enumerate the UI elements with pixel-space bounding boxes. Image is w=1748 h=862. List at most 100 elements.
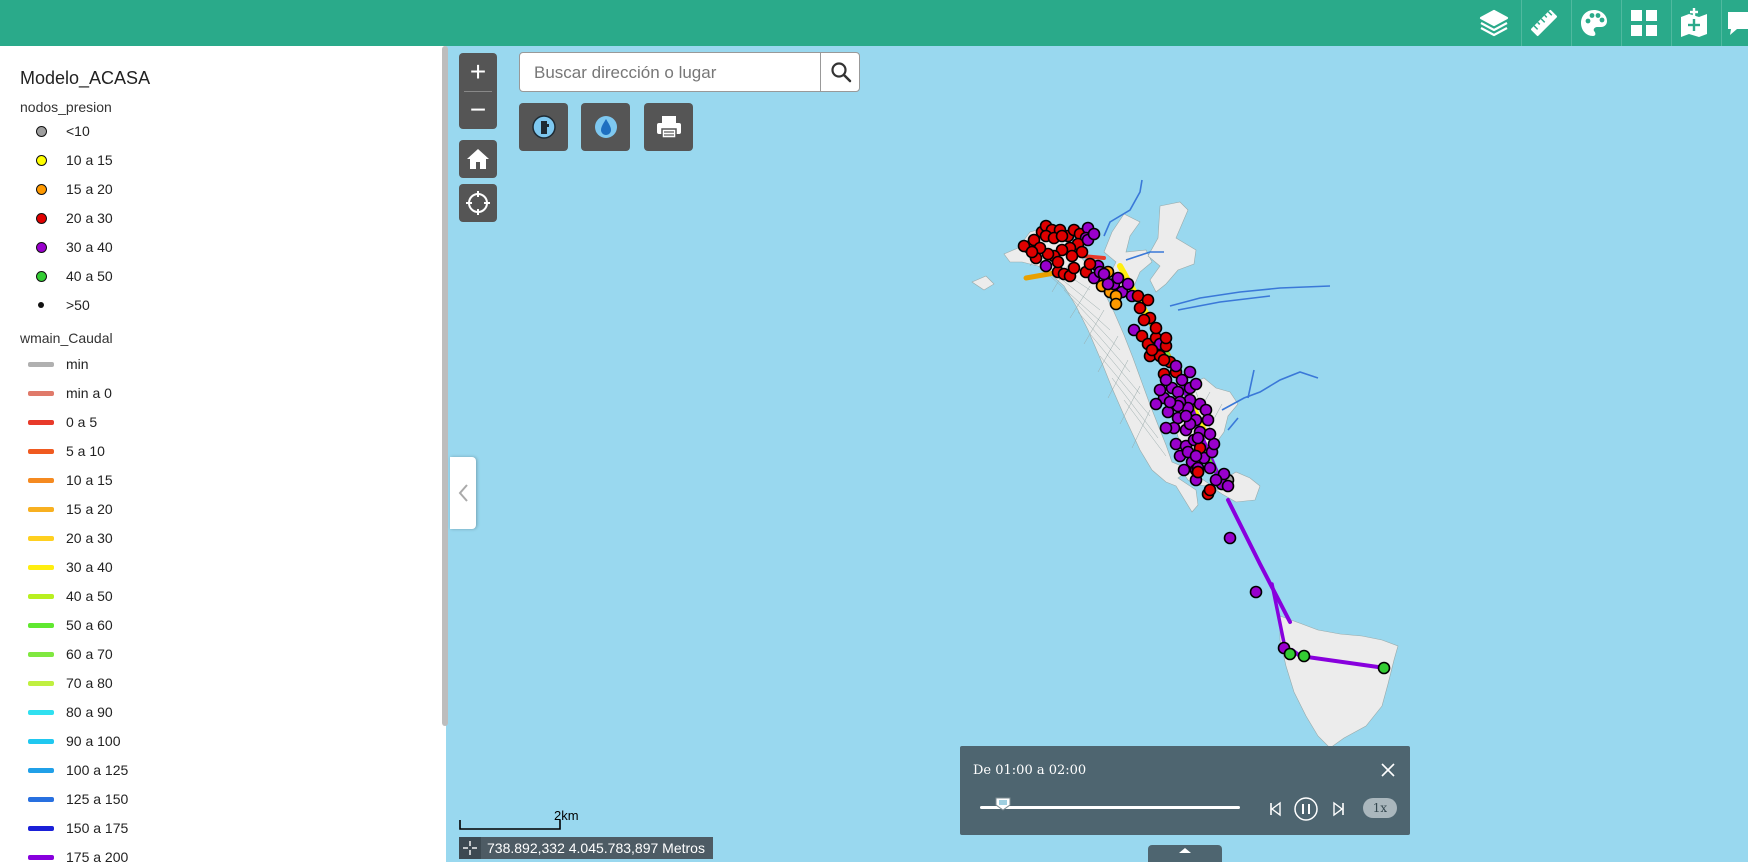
pressure-node[interactable]: [1223, 531, 1237, 545]
network-tool-button[interactable]: [519, 103, 568, 151]
zoom-out-button[interactable]: −: [459, 91, 497, 129]
legend-symbol: [26, 555, 56, 579]
legend-item-label: min: [66, 356, 89, 372]
playback-speed-button[interactable]: 1x: [1363, 798, 1397, 818]
coordinate-toggle[interactable]: [459, 837, 481, 859]
pressure-node[interactable]: [1201, 413, 1215, 427]
legend-item-label: 125 a 150: [66, 791, 129, 807]
print-button[interactable]: [644, 103, 693, 151]
pressure-node[interactable]: [1051, 255, 1065, 269]
pressure-node[interactable]: [1141, 293, 1155, 307]
pressure-node[interactable]: [1149, 321, 1163, 335]
legend-item: 90 a 100: [26, 729, 121, 753]
legend-item: 30 a 40: [26, 235, 113, 259]
pressure-node[interactable]: [1179, 409, 1193, 423]
chat-icon[interactable]: [1725, 4, 1748, 42]
legend-item-label: 80 a 90: [66, 704, 113, 720]
pressure-node[interactable]: [1159, 373, 1173, 387]
printer-icon: [656, 116, 681, 139]
pressure-node[interactable]: [1189, 377, 1203, 391]
layers-icon[interactable]: [1475, 4, 1513, 42]
pressure-node[interactable]: [1121, 277, 1135, 291]
pressure-node[interactable]: [1149, 397, 1163, 411]
home-button[interactable]: [459, 140, 497, 178]
legend-item-label: 40 a 50: [66, 268, 113, 284]
pressure-node[interactable]: [1189, 449, 1203, 463]
pressure-node[interactable]: [1157, 353, 1171, 367]
pressure-node[interactable]: [1177, 463, 1191, 477]
dashboard-icon[interactable]: [1625, 4, 1663, 42]
time-range-label: De 01:00 a 02:00: [973, 763, 1087, 778]
pressure-node[interactable]: [1159, 331, 1173, 345]
pressure-node[interactable]: [1087, 227, 1101, 241]
pressure-node[interactable]: [1169, 437, 1183, 451]
pressure-node[interactable]: [1203, 483, 1217, 497]
pressure-node[interactable]: [1221, 479, 1235, 493]
map-canvas[interactable]: [448, 46, 1748, 862]
crosshair-icon: [466, 191, 490, 215]
search-button[interactable]: [820, 53, 861, 91]
close-icon: [1381, 763, 1395, 777]
locate-button[interactable]: [459, 184, 497, 222]
collapse-panel-button[interactable]: [450, 457, 476, 529]
crosshair-small-icon: [463, 841, 477, 855]
legend-item: 40 a 50: [26, 584, 113, 608]
time-track[interactable]: [980, 806, 1240, 809]
pressure-node[interactable]: [1083, 257, 1097, 271]
pressure-node[interactable]: [1249, 585, 1263, 599]
legend-swatch: [28, 506, 54, 512]
ruler-icon[interactable]: [1525, 4, 1563, 42]
pressure-node[interactable]: [1169, 359, 1183, 373]
legend-item-label: 5 a 10: [66, 443, 105, 459]
pressure-node[interactable]: [1199, 403, 1213, 417]
pressure-node[interactable]: [1161, 405, 1175, 419]
pressure-node[interactable]: [1297, 649, 1311, 663]
pressure-node[interactable]: [1171, 385, 1185, 399]
water-tool-button[interactable]: [581, 103, 630, 151]
pressure-node[interactable]: [1109, 297, 1123, 311]
pressure-node[interactable]: [1377, 661, 1391, 675]
pressure-node[interactable]: [1209, 473, 1223, 487]
legend-symbol: [26, 787, 56, 811]
pressure-node[interactable]: [1055, 229, 1069, 243]
pressure-node[interactable]: [1065, 249, 1079, 263]
pressure-node[interactable]: [1039, 259, 1053, 273]
previous-button[interactable]: [1263, 796, 1289, 822]
top-bar: [0, 0, 1748, 46]
legend-swatch: [28, 622, 54, 628]
pressure-node[interactable]: [1067, 261, 1081, 275]
pressure-node[interactable]: [1153, 383, 1167, 397]
legend-item-label: min a 0: [66, 385, 112, 401]
legend-item: 150 a 175: [26, 816, 128, 840]
toolbar-divider: [1671, 0, 1672, 46]
pressure-node[interactable]: [1137, 313, 1151, 327]
pressure-node[interactable]: [1097, 267, 1111, 281]
search-input[interactable]: [520, 53, 836, 93]
search-icon: [831, 62, 852, 83]
pressure-node[interactable]: [1159, 421, 1173, 435]
palette-icon[interactable]: [1575, 4, 1613, 42]
expand-bottom-panel-button[interactable]: [1148, 845, 1222, 862]
scale-bar-line: [459, 820, 561, 830]
pressure-node[interactable]: [1191, 431, 1205, 445]
chevron-up-icon: [1179, 848, 1191, 853]
pressure-node[interactable]: [1283, 647, 1297, 661]
add-map-icon[interactable]: [1675, 4, 1713, 42]
legend-swatch: [28, 767, 54, 773]
zoom-in-button[interactable]: +: [459, 53, 497, 91]
pressure-node[interactable]: [1145, 343, 1159, 357]
pause-icon: [1294, 797, 1318, 821]
pressure-node[interactable]: [1111, 271, 1125, 285]
pressure-node[interactable]: [1163, 395, 1177, 409]
pressure-node[interactable]: [1191, 465, 1205, 479]
legend-symbol: [26, 613, 56, 637]
pressure-node[interactable]: [1025, 245, 1039, 259]
pressure-node[interactable]: [1203, 427, 1217, 441]
legend-swatch: [28, 854, 54, 860]
pause-button[interactable]: [1293, 796, 1319, 822]
next-button[interactable]: [1325, 796, 1351, 822]
legend-swatch: [38, 302, 44, 308]
close-time-slider-button[interactable]: [1378, 760, 1398, 780]
pressure-node[interactable]: [1203, 461, 1217, 475]
time-thumb[interactable]: [995, 797, 1011, 811]
